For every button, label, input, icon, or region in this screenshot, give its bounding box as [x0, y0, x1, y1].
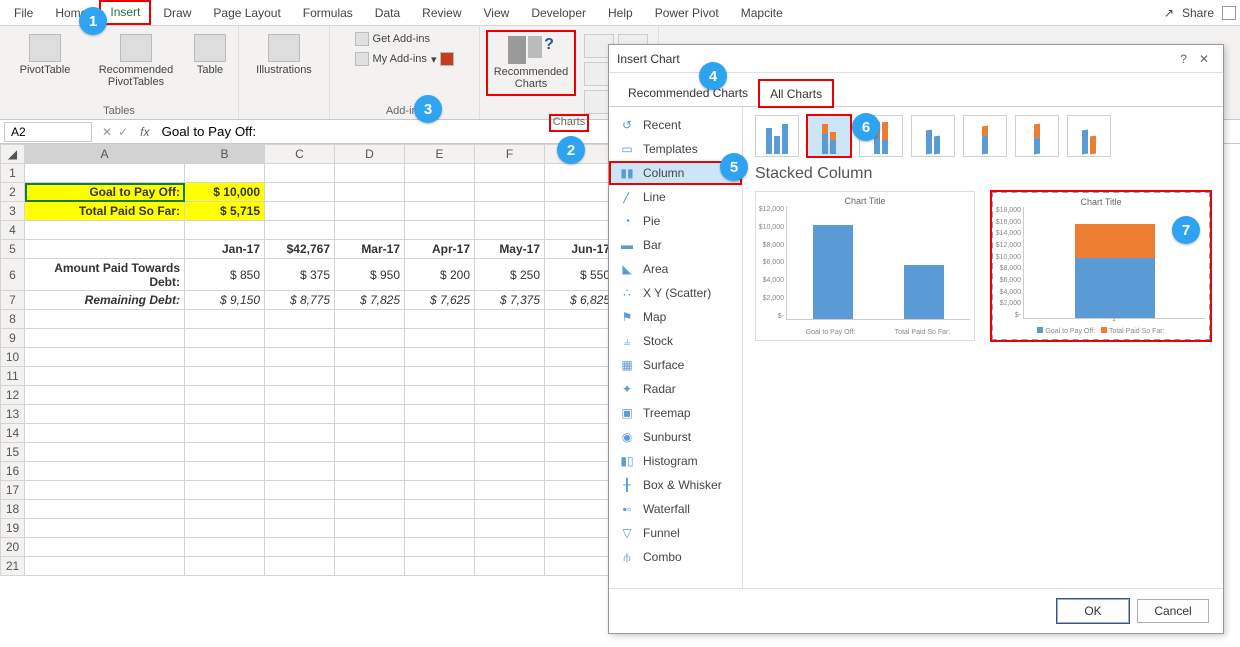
cat-surface[interactable]: ▦Surface [609, 353, 742, 377]
col-A[interactable]: A [25, 145, 185, 164]
cat-radar[interactable]: ✦Radar [609, 377, 742, 401]
callout-1: 1 [79, 7, 107, 35]
col-E[interactable]: E [405, 145, 475, 164]
tab-mapcite[interactable]: Mapcite [731, 2, 793, 24]
bar-goal [813, 225, 853, 319]
get-addins-button[interactable]: Get Add-ins [355, 32, 455, 46]
subtype-3d-100[interactable] [1015, 115, 1059, 157]
dialog-close-icon[interactable]: ✕ [1193, 52, 1215, 66]
callout-5: 5 [720, 153, 748, 181]
cancel-button[interactable]: Cancel [1137, 599, 1209, 623]
share-icon: ↗ [1164, 6, 1174, 20]
cat-map[interactable]: ⚑Map [609, 305, 742, 329]
cell-A3[interactable]: Total Paid So Far: [25, 202, 185, 221]
enter-icon[interactable]: ✓ [118, 125, 128, 139]
callout-3: 3 [414, 95, 442, 123]
subtype-stacked-column[interactable] [807, 115, 851, 157]
col-F[interactable]: F [475, 145, 545, 164]
subtype-title: Stacked Column [755, 165, 1211, 183]
tab-help[interactable]: Help [598, 2, 643, 24]
cat-line[interactable]: 〳Line [609, 185, 742, 209]
comments-icon[interactable] [1222, 6, 1236, 20]
recommended-pivot-tables-button[interactable]: Recommended PivotTables [90, 32, 182, 90]
callout-2: 2 [557, 136, 585, 164]
name-box[interactable] [4, 122, 92, 142]
ribbon-tabs: File Home Insert Draw Page Layout Formul… [0, 0, 1240, 26]
subtype-3d-column[interactable] [1067, 115, 1111, 157]
tab-review[interactable]: Review [412, 2, 471, 24]
dialog-title: Insert Chart [617, 52, 680, 66]
dlg-tab-all-charts[interactable]: All Charts [759, 80, 833, 107]
stack-paid [1075, 224, 1155, 258]
group-charts-label: Charts [553, 116, 585, 130]
cat-area[interactable]: ◣Area [609, 257, 742, 281]
cat-combo[interactable]: ⫛Combo [609, 545, 742, 569]
tab-file[interactable]: File [4, 2, 43, 24]
cat-funnel[interactable]: ▽Funnel [609, 521, 742, 545]
insert-chart-dialog: Insert Chart ? ✕ Recommended Charts All … [608, 44, 1224, 634]
share-button[interactable]: Share [1182, 6, 1214, 20]
subtype-3d-stacked[interactable] [963, 115, 1007, 157]
chart-preview-stacked[interactable]: Chart Title $18,000$16,000$14,000$12,000… [991, 191, 1211, 341]
stack-goal [1075, 258, 1155, 318]
cell-A2[interactable]: Goal to Pay Off: [25, 183, 185, 202]
cat-scatter[interactable]: ∴X Y (Scatter) [609, 281, 742, 305]
group-tables-label: Tables [103, 105, 135, 119]
subtype-3d-clustered[interactable] [911, 115, 955, 157]
cat-histogram[interactable]: ▮▯Histogram [609, 449, 742, 473]
chart-preview-clustered[interactable]: Chart Title $12,000$10,000$8,000$6,000$4… [755, 191, 975, 341]
tab-view[interactable]: View [474, 2, 520, 24]
pivot-table-button[interactable]: PivotTable [8, 32, 82, 78]
tab-data[interactable]: Data [365, 2, 410, 24]
cat-stock[interactable]: ⫨Stock [609, 329, 742, 353]
callout-6: 6 [852, 113, 880, 141]
recommended-charts-button[interactable]: ? Recommended Charts [488, 32, 574, 94]
group-addins: Get Add-ins My Add-ins ▾ Add-ins [330, 26, 480, 119]
tab-power-pivot[interactable]: Power Pivot [645, 2, 729, 24]
cancel-icon[interactable]: ✕ [102, 125, 112, 139]
cat-box-whisker[interactable]: ╂Box & Whisker [609, 473, 742, 497]
tab-page-layout[interactable]: Page Layout [203, 2, 290, 24]
dialog-help-icon[interactable]: ? [1174, 52, 1193, 66]
select-all[interactable]: ◢ [1, 145, 25, 164]
bar-paid [904, 265, 944, 319]
table-button[interactable]: Table [190, 32, 230, 78]
col-C[interactable]: C [265, 145, 335, 164]
group-illustrations: Illustrations [239, 26, 330, 119]
cat-treemap[interactable]: ▣Treemap [609, 401, 742, 425]
tab-developer[interactable]: Developer [521, 2, 596, 24]
callout-4: 4 [699, 62, 727, 90]
dlg-tab-recommended[interactable]: Recommended Charts [617, 79, 759, 106]
cat-sunburst[interactable]: ◉Sunburst [609, 425, 742, 449]
subtype-clustered-column[interactable] [755, 115, 799, 157]
ok-button[interactable]: OK [1057, 599, 1129, 623]
my-addins-button[interactable]: My Add-ins ▾ [355, 52, 455, 66]
tab-formulas[interactable]: Formulas [293, 2, 363, 24]
group-tables: PivotTable Recommended PivotTables Table… [0, 26, 239, 119]
cell-B2[interactable]: $ 10,000 [185, 183, 265, 202]
cat-waterfall[interactable]: ▪▫Waterfall [609, 497, 742, 521]
cat-recent[interactable]: ↺Recent [609, 113, 742, 137]
col-B[interactable]: B [185, 145, 265, 164]
fx-icon[interactable]: fx [134, 125, 155, 139]
chart-subtype-row [755, 115, 1211, 157]
tab-draw[interactable]: Draw [153, 2, 201, 24]
cat-bar[interactable]: ▬Bar [609, 233, 742, 257]
col-D[interactable]: D [335, 145, 405, 164]
cat-pie[interactable]: ◔Pie [609, 209, 742, 233]
tab-insert[interactable]: Insert [99, 0, 151, 25]
callout-7: 7 [1172, 216, 1200, 244]
chart-category-list: ↺Recent ▭Templates ▮▮Column 〳Line ◔Pie ▬… [609, 107, 743, 588]
cell-B3[interactable]: $ 5,715 [185, 202, 265, 221]
illustrations-button[interactable]: Illustrations [247, 32, 321, 78]
